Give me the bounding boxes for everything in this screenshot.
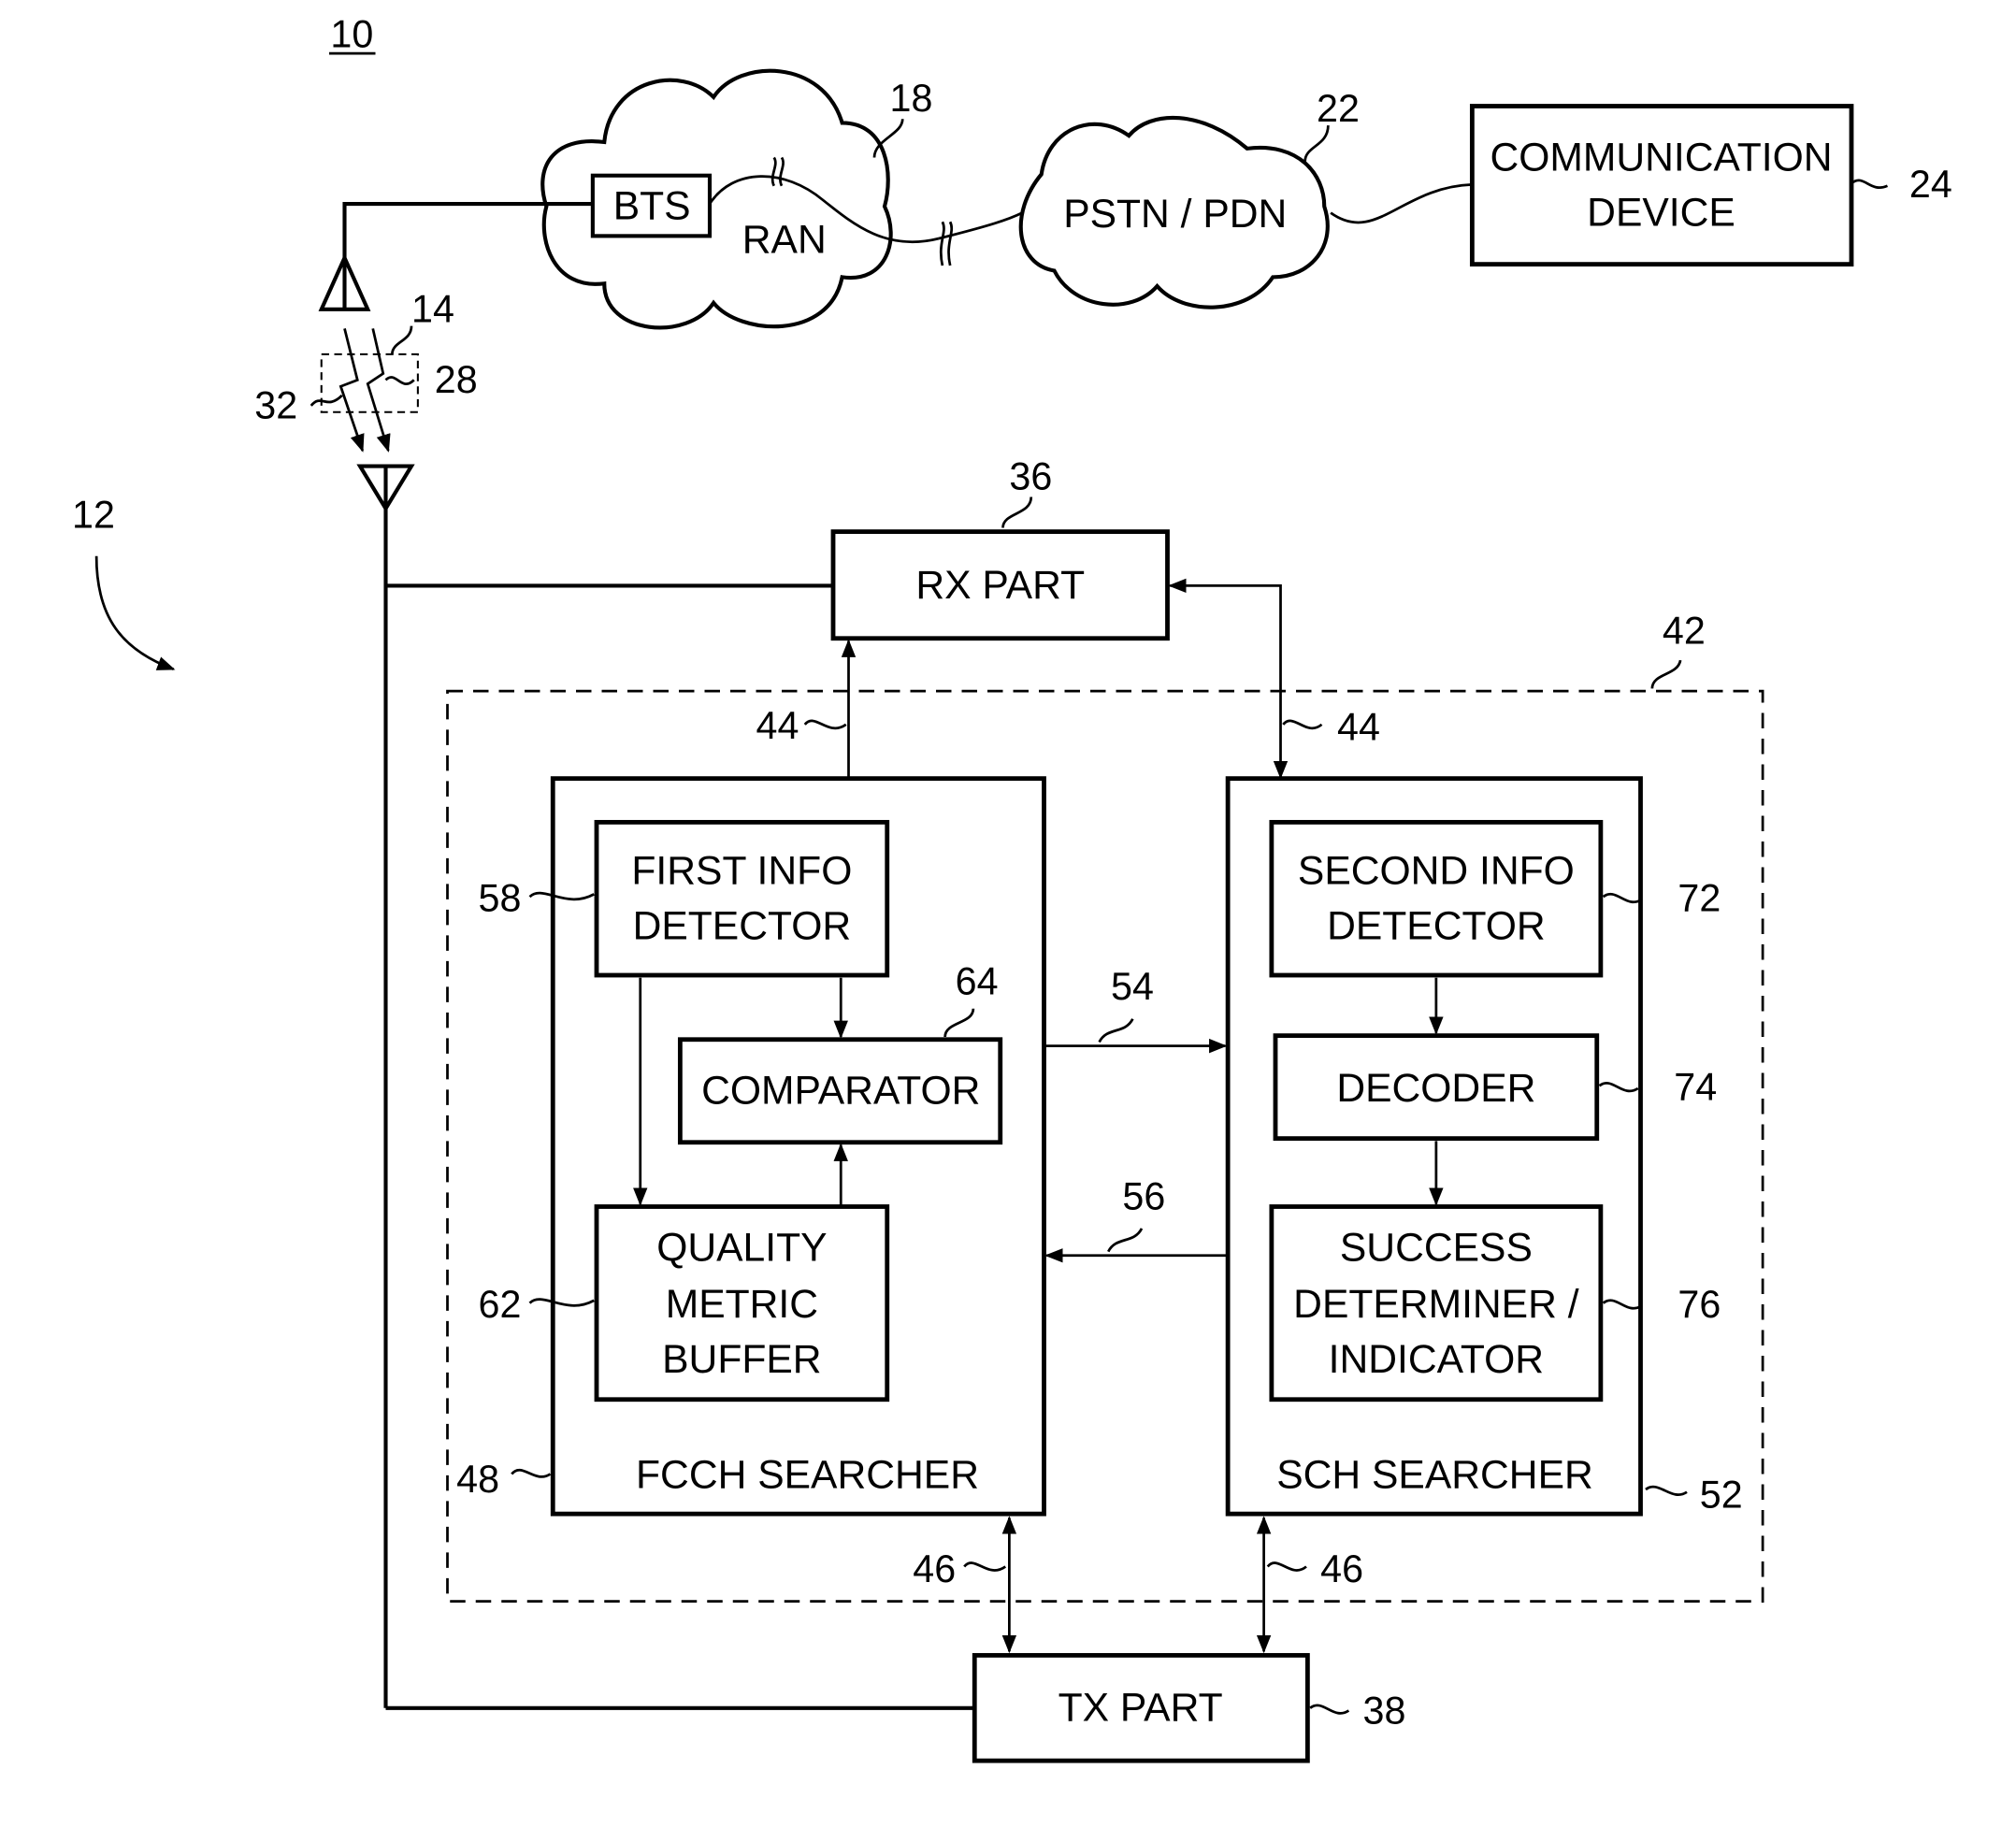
searcher-links: 54 56 <box>1044 965 1229 1263</box>
decoder-ref: 74 <box>1674 1065 1717 1108</box>
bts-label: BTS <box>613 184 691 229</box>
svg-text:COMMUNICATION: COMMUNICATION <box>1490 135 1832 180</box>
second-info-ref: 72 <box>1678 876 1721 919</box>
fcch-searcher: FCCH SEARCHER 48 FIRST INFO DETECTOR 58 … <box>456 776 1046 1517</box>
rx-ref: 36 <box>1009 454 1052 497</box>
first-info-detector <box>594 819 890 978</box>
svg-text:54: 54 <box>1111 965 1154 1008</box>
svg-text:DETERMINER /: DETERMINER / <box>1293 1282 1579 1327</box>
fcch-searcher-ref: 48 <box>456 1458 499 1501</box>
first-info-ref: 58 <box>479 876 522 919</box>
svg-text:DECODER: DECODER <box>1336 1066 1535 1111</box>
figure-reference: 10 <box>329 12 376 55</box>
svg-text:COMPARATOR: COMPARATOR <box>701 1069 980 1114</box>
svg-text:QUALITY: QUALITY <box>656 1225 827 1270</box>
rx-part: RX PART 36 <box>830 454 1170 641</box>
radio-links: 14 28 32 <box>254 288 478 453</box>
svg-text:DETECTOR: DETECTOR <box>633 904 852 949</box>
svg-text:FCCH SEARCHER: FCCH SEARCHER <box>636 1453 979 1498</box>
comm-device-ref: 24 <box>1909 163 1952 206</box>
mobile-antenna-icon <box>356 464 415 512</box>
svg-text:44: 44 <box>1337 705 1380 748</box>
svg-text:BUFFER: BUFFER <box>662 1337 821 1382</box>
svg-text:FIRST INFO: FIRST INFO <box>631 848 852 893</box>
pstn-ref: 22 <box>1317 87 1360 130</box>
comparator-ref: 64 <box>956 960 999 1003</box>
ran-ref: 18 <box>890 77 933 120</box>
quality-ref: 62 <box>479 1283 522 1326</box>
svg-text:SUCCESS: SUCCESS <box>1340 1225 1533 1270</box>
searcher-group-ref: 42 <box>1663 609 1706 652</box>
svg-text:TX PART: TX PART <box>1058 1686 1223 1731</box>
pstn-cloud: PSTN / PDN 22 <box>1018 87 1473 309</box>
svg-text:46: 46 <box>1320 1547 1363 1590</box>
second-info-detector <box>1269 819 1604 978</box>
success-ref: 76 <box>1678 1283 1721 1326</box>
svg-text:METRIC: METRIC <box>666 1282 818 1327</box>
fcch-channel-ref: 28 <box>435 358 478 401</box>
patent-diagram: 10 BTS RAN 18 PSTN / PDN 22 COMMUNICATIO… <box>72 12 1952 1763</box>
svg-text:RX PART: RX PART <box>915 563 1085 608</box>
svg-text:12: 12 <box>72 494 115 537</box>
sch-searcher-ref: 52 <box>1700 1473 1743 1516</box>
tx-links: 46 46 <box>913 1516 1363 1654</box>
pstn-label: PSTN / PDN <box>1063 192 1287 237</box>
svg-text:INDICATOR: INDICATOR <box>1329 1337 1544 1382</box>
svg-text:10: 10 <box>330 12 373 55</box>
svg-text:44: 44 <box>756 704 799 747</box>
mobile-station-ref: 12 <box>72 494 176 671</box>
ran-cloud: BTS RAN 18 <box>540 68 1023 330</box>
svg-text:DETECTOR: DETECTOR <box>1327 904 1546 949</box>
channel-ref: 14 <box>411 288 454 331</box>
svg-text:46: 46 <box>913 1547 956 1590</box>
tx-ref: 38 <box>1363 1689 1406 1732</box>
tx-part: TX PART 38 <box>972 1652 1406 1763</box>
svg-text:DEVICE: DEVICE <box>1587 190 1735 235</box>
svg-text:SCH SEARCHER: SCH SEARCHER <box>1276 1453 1593 1498</box>
sch-searcher: SCH SEARCHER 52 SECOND INFO DETECTOR 72 … <box>1225 776 1743 1517</box>
ran-label: RAN <box>742 217 827 262</box>
svg-text:56: 56 <box>1122 1174 1165 1217</box>
sch-channel-ref: 32 <box>254 384 297 427</box>
svg-text:SECOND INFO: SECOND INFO <box>1298 848 1575 893</box>
communication-device: COMMUNICATION DEVICE 24 <box>1469 104 1952 267</box>
